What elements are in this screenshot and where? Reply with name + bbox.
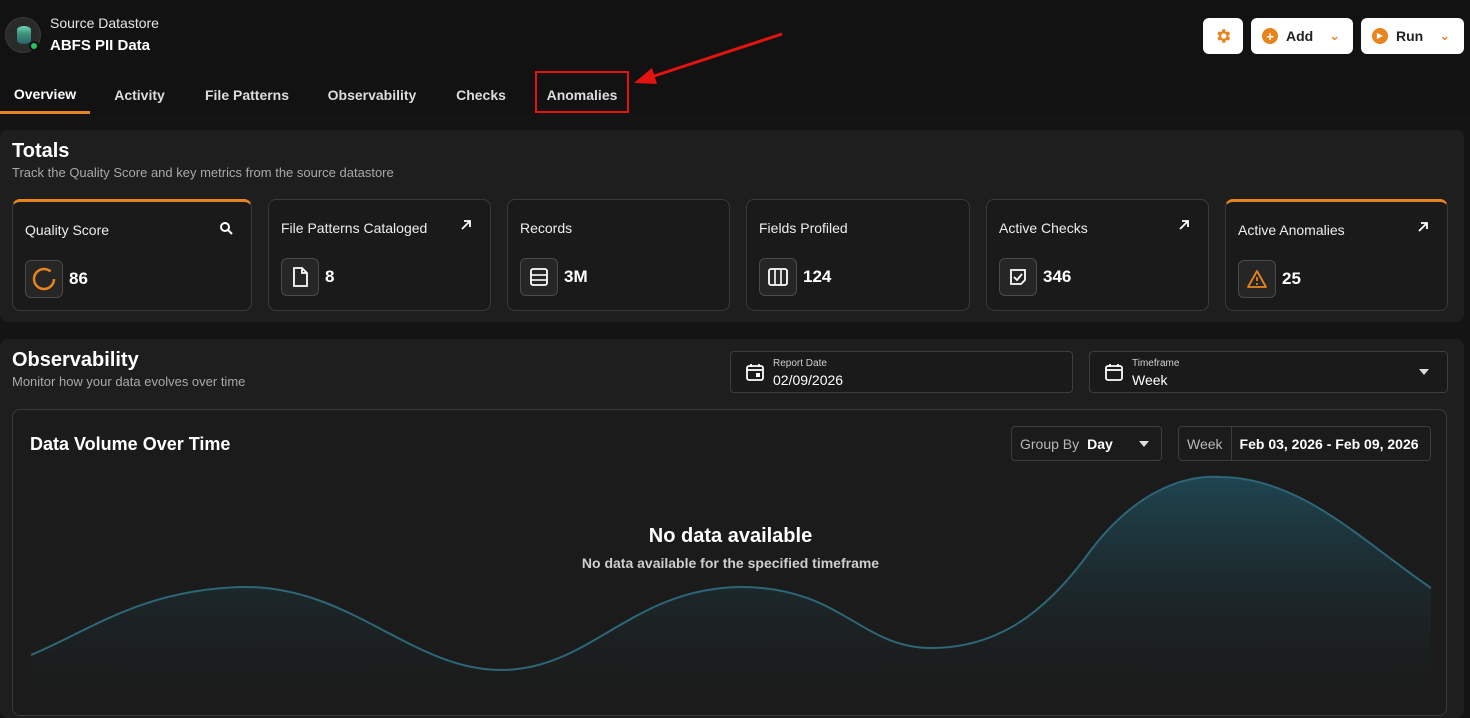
- datastore-type-label: Source Datastore: [50, 15, 159, 31]
- app-header: Source Datastore ABFS PII Data + Add ⌄ ▶…: [0, 0, 1470, 114]
- tab-observability[interactable]: Observability: [316, 76, 428, 114]
- fields-profiled-card: Fields Profiled 124: [746, 199, 970, 311]
- observability-subtitle: Monitor how your data evolves over time: [12, 374, 246, 389]
- card-label: Fields Profiled: [759, 220, 848, 236]
- arrow-up-right-icon[interactable]: [1417, 221, 1429, 233]
- card-value: 346: [1043, 267, 1072, 286]
- group-by-label: Group By: [1020, 435, 1080, 452]
- card-label: Active Checks: [999, 220, 1088, 236]
- status-online-indicator: [29, 41, 39, 51]
- totals-subtitle: Track the Quality Score and key metrics …: [12, 165, 394, 180]
- timeframe-label: Timeframe: [1132, 358, 1180, 369]
- tab-file-patterns[interactable]: File Patterns: [192, 76, 302, 114]
- warning-triangle-icon: [1238, 260, 1276, 298]
- chart-title: Data Volume Over Time: [30, 434, 231, 454]
- placeholder-wave: [31, 475, 1431, 700]
- empty-state-title: No data available: [648, 525, 813, 547]
- file-icon: [281, 258, 319, 296]
- caret-down-icon: [1419, 369, 1429, 375]
- columns-icon: [759, 258, 797, 296]
- report-date-value: 02/09/2026: [773, 372, 844, 388]
- calendar-icon: [746, 364, 764, 381]
- play-icon: ▶: [1372, 28, 1388, 44]
- card-value: 124: [803, 267, 832, 286]
- tab-checks[interactable]: Checks: [444, 76, 518, 114]
- card-value: 86: [69, 269, 88, 288]
- data-volume-chart: Data Volume Over Time Group By Day Week …: [12, 409, 1447, 716]
- observability-title: Observability: [12, 349, 139, 371]
- settings-button[interactable]: [1203, 18, 1243, 54]
- run-button[interactable]: ▶ Run ⌄: [1361, 18, 1464, 54]
- quality-score-card[interactable]: Quality Score 86: [12, 199, 252, 311]
- add-button-label: Add: [1286, 28, 1314, 44]
- tab-overview[interactable]: Overview: [0, 76, 90, 114]
- add-button[interactable]: + Add ⌄: [1251, 18, 1353, 54]
- tab-activity[interactable]: Activity: [102, 76, 177, 114]
- chevron-down-icon: ⌄: [1329, 28, 1341, 43]
- gear-icon: [1217, 29, 1231, 43]
- empty-state-subtitle: No data available for the specified time…: [581, 555, 880, 571]
- plus-icon: +: [1262, 28, 1278, 44]
- report-date-label: Report Date: [773, 358, 827, 369]
- card-label: Records: [520, 220, 573, 236]
- report-date-field[interactable]: Report Date 02/09/2026: [730, 351, 1073, 393]
- annotation-arrow: [634, 32, 783, 84]
- caret-down-icon: [1139, 441, 1149, 447]
- quality-ring-icon: [25, 260, 63, 298]
- calendar-icon: [1105, 364, 1123, 381]
- check-square-icon: [999, 258, 1037, 296]
- week-range-picker[interactable]: Week Feb 03, 2026 - Feb 09, 2026: [1178, 426, 1431, 461]
- search-icon[interactable]: [219, 221, 233, 235]
- run-button-label: Run: [1396, 28, 1424, 44]
- arrow-up-right-icon[interactable]: [1178, 219, 1190, 231]
- week-range-value: Feb 03, 2026 - Feb 09, 2026: [1230, 427, 1427, 460]
- totals-title: Totals: [12, 140, 70, 162]
- chevron-down-icon: ⌄: [1439, 28, 1451, 43]
- card-value: 8: [325, 267, 335, 286]
- arrow-up-right-icon[interactable]: [460, 219, 472, 231]
- card-label: Active Anomalies: [1238, 222, 1345, 238]
- week-label: Week: [1187, 435, 1223, 452]
- active-checks-card[interactable]: Active Checks 346: [986, 199, 1209, 311]
- card-label: File Patterns Cataloged: [281, 220, 428, 236]
- records-card: Records 3M: [507, 199, 730, 311]
- timeframe-select[interactable]: Timeframe Week: [1089, 351, 1448, 393]
- group-by-select[interactable]: Group By Day: [1011, 426, 1162, 461]
- timeframe-value: Week: [1132, 372, 1168, 388]
- records-icon: [520, 258, 558, 296]
- card-value: 25: [1282, 269, 1301, 288]
- card-value: 3M: [564, 267, 588, 286]
- datastore-title: ABFS PII Data: [50, 37, 151, 54]
- datastore-icon: [5, 17, 41, 53]
- group-by-value: Day: [1087, 435, 1113, 452]
- file-patterns-card[interactable]: File Patterns Cataloged 8: [268, 199, 491, 311]
- card-label: Quality Score: [25, 222, 110, 238]
- highlight-box: [535, 71, 629, 113]
- active-anomalies-card[interactable]: Active Anomalies 25: [1225, 199, 1448, 311]
